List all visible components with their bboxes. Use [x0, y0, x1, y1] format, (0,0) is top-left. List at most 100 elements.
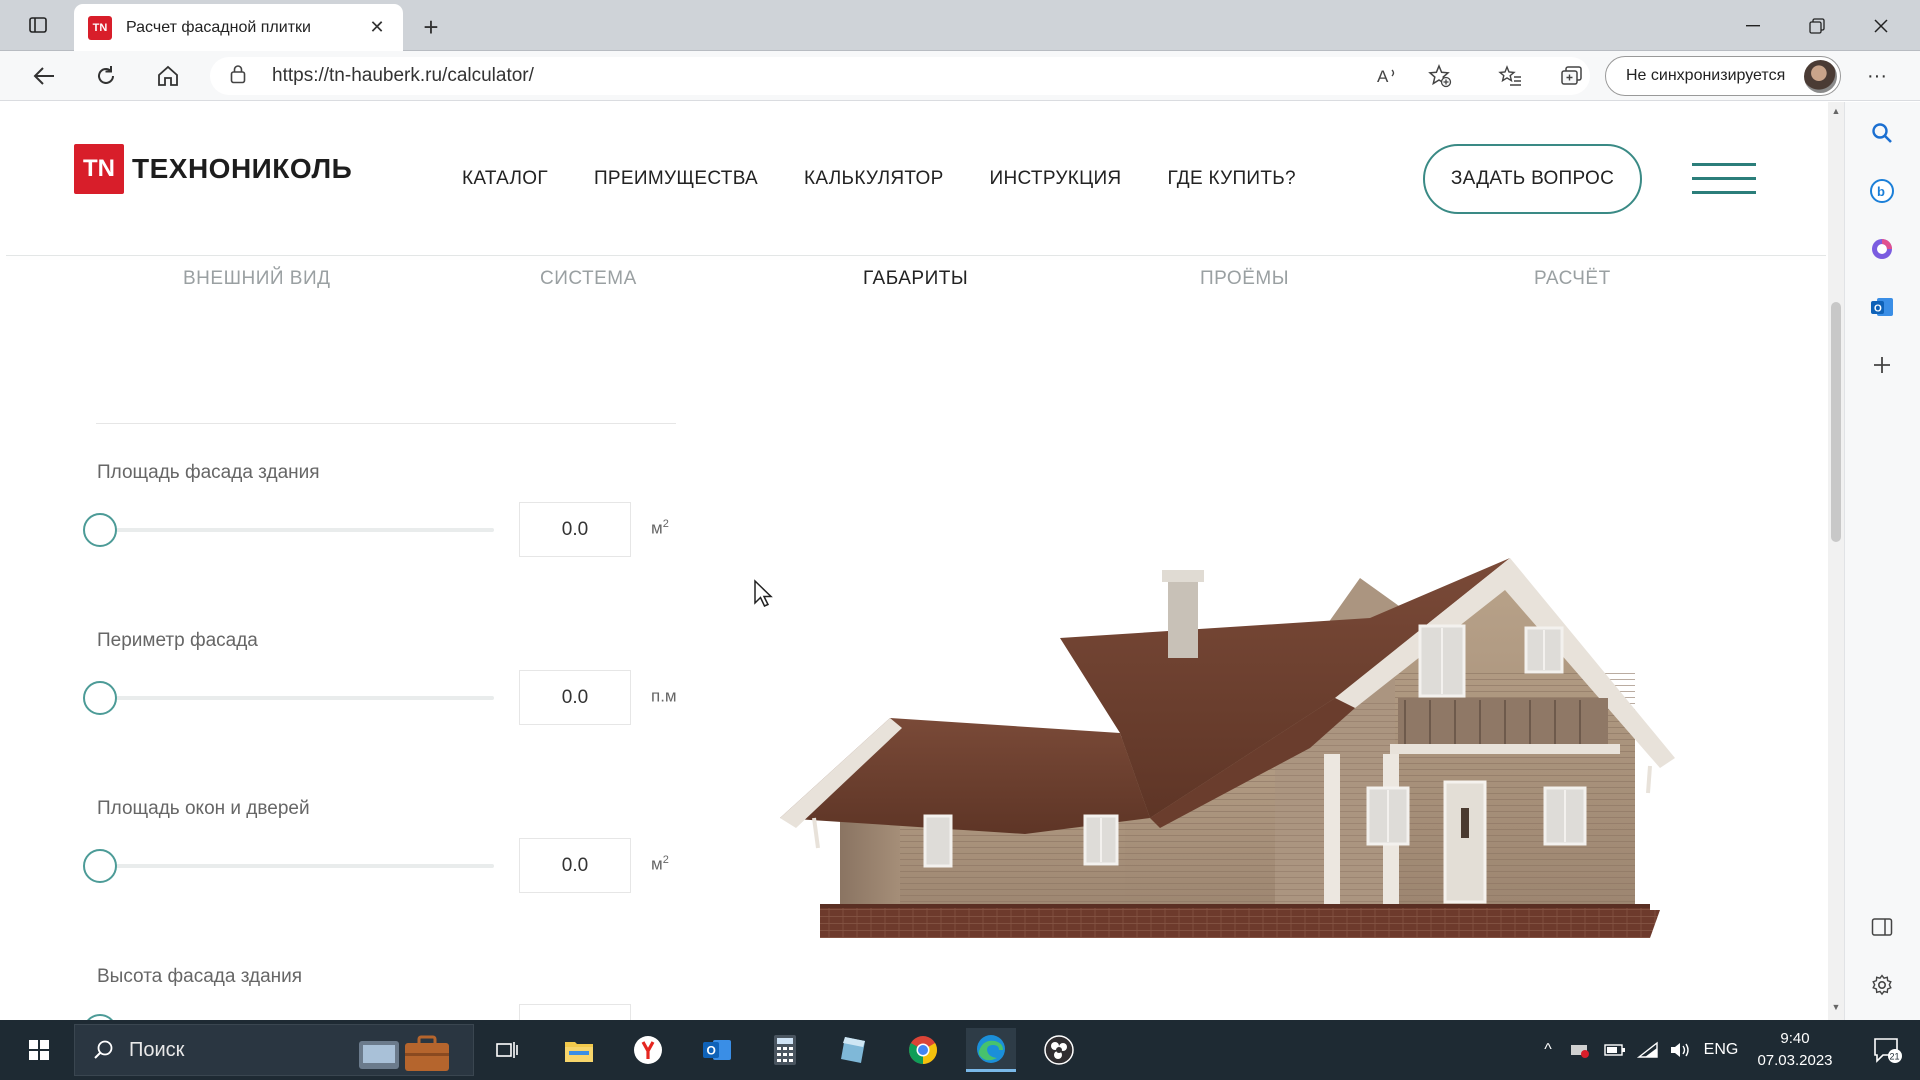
logo-mark-icon: TN	[74, 144, 124, 194]
outlook-icon[interactable]: O	[1863, 288, 1901, 326]
file-explorer-icon[interactable]	[554, 1028, 604, 1072]
system-tray: ^ ENG	[1534, 1020, 1746, 1080]
mouse-cursor-icon	[754, 579, 773, 607]
facade-height-input[interactable]	[519, 1004, 631, 1020]
profile-button[interactable]: Не синхронизируется	[1605, 56, 1841, 96]
openings-area-slider-thumb[interactable]	[83, 849, 117, 883]
outlook-taskbar-icon[interactable]: O	[692, 1028, 742, 1072]
notification-count: 21	[1890, 1052, 1900, 1062]
facade-area-unit: м2	[651, 518, 669, 538]
facade-area-input[interactable]: 0.0	[519, 502, 631, 557]
add-sidebar-app-icon[interactable]	[1863, 346, 1901, 384]
facade-perimeter-slider-track[interactable]	[96, 696, 494, 700]
bing-chat-icon[interactable]: b	[1863, 172, 1901, 210]
volume-icon[interactable]	[1664, 1041, 1696, 1059]
step-appearance[interactable]: ВНЕШНИЙ ВИД	[183, 268, 331, 290]
step-system[interactable]: СИСТЕМА	[540, 268, 637, 290]
edge-sidebar: b O	[1844, 102, 1920, 1020]
openings-area-unit: м2	[651, 854, 669, 874]
nav-catalog[interactable]: КАТАЛОГ	[462, 168, 548, 190]
wifi-icon[interactable]	[1632, 1041, 1664, 1059]
facade-perimeter-input[interactable]: 0.0	[519, 670, 631, 725]
search-icon[interactable]	[1863, 114, 1901, 152]
favorites-icon[interactable]	[1494, 61, 1526, 91]
chrome-icon[interactable]	[898, 1028, 948, 1072]
nav-calculator[interactable]: КАЛЬКУЛЯТОР	[804, 168, 944, 190]
profile-sync-label: Не синхронизируется	[1626, 67, 1786, 84]
nav-advantages[interactable]: ПРЕИМУЩЕСТВА	[594, 168, 758, 190]
network-app-icon[interactable]	[1562, 1041, 1598, 1059]
facade-perimeter-slider-thumb[interactable]	[83, 681, 117, 715]
taskbar-search-input[interactable]: Поиск	[74, 1024, 474, 1076]
svg-text:A: A	[1377, 67, 1389, 86]
collections-icon[interactable]	[1556, 61, 1588, 91]
tab-title: Расчет фасадной плитки	[126, 18, 311, 36]
address-bar-row: https://tn-hauberk.ru/calculator/ A Не с…	[0, 51, 1920, 101]
svg-text:O: O	[1874, 304, 1882, 315]
task-view-icon[interactable]	[482, 1028, 532, 1072]
new-tab-button[interactable]: +	[414, 10, 448, 44]
windows-taskbar: Поиск O ^ ENG 9:40 07.03.2023 21	[0, 1020, 1920, 1080]
add-favorite-icon[interactable]	[1424, 61, 1456, 91]
browser-tab-active[interactable]: TN Расчет фасадной плитки ✕	[74, 4, 403, 51]
svg-text:b: b	[1877, 184, 1885, 199]
svg-text:O: O	[707, 1044, 716, 1058]
notes-app-icon[interactable]	[828, 1028, 878, 1072]
browser-tab-strip: TN Расчет фасадной плитки ✕ +	[0, 0, 1920, 51]
site-favicon-icon: TN	[88, 15, 112, 40]
back-icon[interactable]	[26, 59, 62, 93]
minimize-icon[interactable]	[1722, 0, 1784, 51]
close-tab-icon[interactable]: ✕	[365, 16, 389, 40]
menu-burger-icon[interactable]	[1692, 162, 1756, 196]
step-calculation[interactable]: РАСЧЁТ	[1534, 268, 1611, 290]
lock-icon[interactable]	[230, 64, 246, 89]
settings-gear-icon[interactable]	[1863, 966, 1901, 1004]
scrollbar-thumb[interactable]	[1831, 302, 1841, 542]
site-logo[interactable]: TN ТЕХНОНИКОЛЬ	[74, 144, 352, 194]
search-highlight-icon	[359, 1035, 449, 1071]
battery-icon[interactable]	[1598, 1043, 1632, 1057]
facade-height-label: Высота фасада здания	[97, 966, 303, 987]
facade-perimeter-label: Периметр фасада	[97, 630, 258, 651]
notifications-icon[interactable]: 21	[1862, 1028, 1912, 1072]
yandex-browser-icon[interactable]	[623, 1028, 673, 1072]
facade-area-slider-track[interactable]	[96, 528, 494, 532]
website-viewport: TN ТЕХНОНИКОЛЬ КАТАЛОГ ПРЕИМУЩЕСТВА КАЛЬ…	[6, 102, 1826, 1020]
close-window-icon[interactable]	[1850, 0, 1912, 51]
restore-icon[interactable]	[1786, 0, 1848, 51]
nav-where-to-buy[interactable]: ГДЕ КУПИТЬ?	[1167, 168, 1295, 190]
house-illustration	[780, 558, 1675, 938]
main-nav: КАТАЛОГ ПРЕИМУЩЕСТВА КАЛЬКУЛЯТОР ИНСТРУК…	[462, 168, 1342, 190]
tab-actions-icon[interactable]	[22, 10, 54, 40]
edge-browser-icon[interactable]	[966, 1028, 1016, 1072]
clock[interactable]: 9:40 07.03.2023	[1740, 1028, 1850, 1072]
calculator-steps: ВНЕШНИЙ ВИД СИСТЕМА ГАБАРИТЫ ПРОЁМЫ РАСЧ…	[6, 264, 1826, 304]
logo-text: ТЕХНОНИКОЛЬ	[132, 153, 353, 184]
show-hidden-icons-icon[interactable]: ^	[1534, 1041, 1562, 1059]
taskbar-search-placeholder: Поиск	[129, 1038, 185, 1061]
read-aloud-icon[interactable]: A	[1372, 61, 1404, 91]
nav-instructions[interactable]: ИНСТРУКЦИЯ	[990, 168, 1122, 190]
office-icon[interactable]	[1863, 230, 1901, 268]
refresh-icon[interactable]	[88, 59, 124, 93]
openings-area-input[interactable]: 0.0	[519, 838, 631, 893]
header-divider	[6, 255, 1826, 256]
ask-question-button[interactable]: ЗАДАТЬ ВОПРОС	[1423, 144, 1642, 214]
scroll-up-icon[interactable]: ▲	[1831, 106, 1841, 120]
facade-area-label: Площадь фасада здания	[97, 462, 320, 483]
home-icon[interactable]	[150, 59, 186, 93]
step-dimensions[interactable]: ГАБАРИТЫ	[863, 268, 968, 290]
hide-sidebar-icon[interactable]	[1863, 908, 1901, 946]
more-options-icon[interactable]: ···	[1862, 61, 1892, 91]
facade-perimeter-unit: п.м	[651, 686, 677, 706]
url-text: https://tn-hauberk.ru/calculator/	[272, 65, 534, 86]
scroll-down-icon[interactable]: ▼	[1831, 1002, 1841, 1016]
windows-start-icon[interactable]	[14, 1028, 64, 1072]
language-indicator[interactable]: ENG	[1696, 1041, 1746, 1059]
page-scrollbar[interactable]: ▲ ▼	[1828, 102, 1844, 1020]
obs-studio-icon[interactable]	[1034, 1028, 1084, 1072]
step-openings[interactable]: ПРОЁМЫ	[1200, 268, 1289, 290]
calculator-icon[interactable]	[760, 1028, 810, 1072]
facade-area-slider-thumb[interactable]	[83, 513, 117, 547]
openings-area-slider-track[interactable]	[96, 864, 494, 868]
